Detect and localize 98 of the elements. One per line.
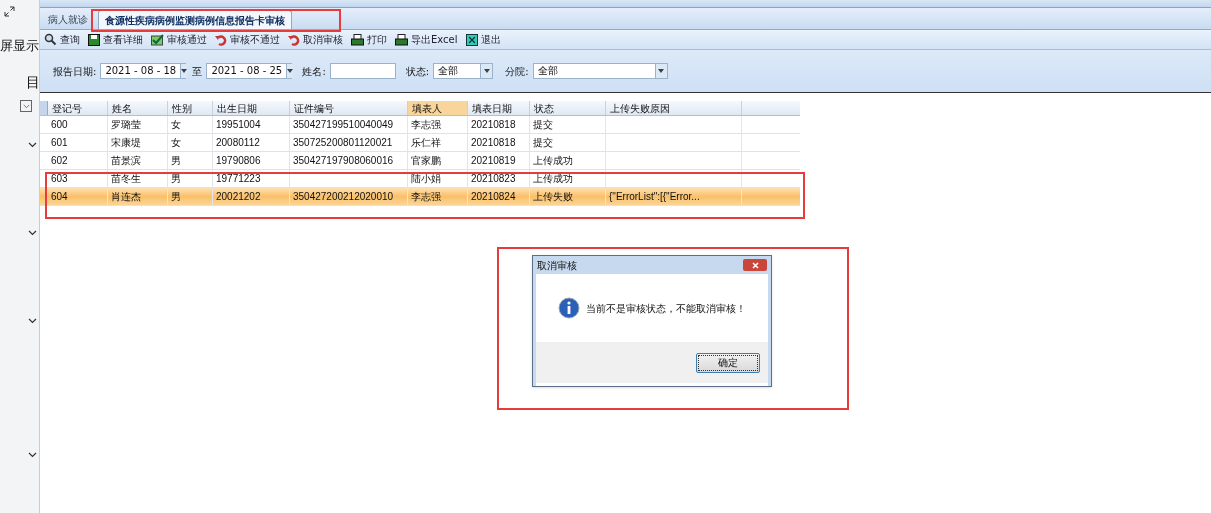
table-row[interactable]: 602 苗景滨 男 19790806 350427197908060016 官家鹏 20210819 上传成功 (40, 152, 800, 170)
column-header[interactable]: 填表人 (408, 101, 468, 115)
table-cell-text: 肖连杰 (110, 190, 142, 204)
undo-arrow-icon (215, 33, 227, 46)
table-cell-text: 陆小娟 (410, 172, 442, 186)
branch-label: 分院: (505, 64, 529, 79)
table-cell-text: 男 (170, 190, 182, 204)
search-icon (44, 33, 57, 46)
column-header[interactable]: 填表日期 (468, 101, 530, 115)
toolbar-button[interactable]: 审核通过 (151, 32, 207, 47)
table-cell-text: 李志强 (410, 190, 442, 204)
column-header[interactable]: 上传失败原因 (606, 101, 742, 115)
table-cell-text: 350427197908060016 (292, 154, 395, 168)
toolbar-button[interactable]: 打印 (351, 32, 387, 47)
table-cell-text: 男 (170, 172, 182, 186)
row-header-corner (40, 101, 48, 115)
table-cell-text: 604 (50, 190, 69, 204)
table-cell-text: 女 (170, 136, 182, 150)
table-cell-text: 350725200801120021 (292, 136, 394, 150)
table-cell-text: 上传失败 (532, 190, 574, 204)
table-cell-text: 女 (170, 118, 182, 132)
table-cell-text: {"ErrorList":[{"Error... (608, 190, 701, 204)
column-header[interactable]: 性别 (168, 101, 213, 115)
toolbar-button[interactable]: 查询 (44, 32, 80, 47)
table-cell-text: 602 (50, 154, 69, 168)
table-cell-text: 20210823 (470, 172, 517, 186)
collapse-toggle-icon[interactable] (20, 100, 32, 112)
toolbar-button[interactable]: 导出Excel (395, 32, 458, 47)
table-cell-text: 20210818 (470, 136, 517, 150)
toolbar-button[interactable]: 审核不通过 (215, 32, 280, 47)
table-row[interactable]: 604 肖连杰 男 20021202 350427200212020010 李志强 20210824 上传失败 {"ErrorList":[{"Error... (40, 188, 800, 206)
table-cell-text: 601 (50, 136, 69, 150)
side-label: 屏显示 (0, 37, 39, 55)
status-dropdown[interactable]: 全部 (433, 63, 494, 79)
close-icon (751, 261, 759, 269)
table-row[interactable]: 600 罗璐莹 女 19951004 350427199510040049 李志强 20210818 提交 (40, 116, 800, 134)
column-header[interactable]: 姓名 (108, 101, 168, 115)
table-cell-text: 350427200212020010 (292, 190, 395, 204)
printer-icon (351, 33, 364, 46)
table-cell-text: 19771223 (215, 172, 262, 186)
exit-icon (465, 33, 478, 46)
chevron-down-icon[interactable] (28, 230, 37, 236)
floppy-icon (88, 33, 100, 46)
date-to-field[interactable]: 2021 - 08 - 25 (206, 63, 293, 79)
name-field[interactable] (329, 63, 396, 79)
table-cell-text: 宋康堤 (110, 136, 142, 150)
table-cell-text: 苗景滨 (110, 154, 142, 168)
table-cell-text: 20021202 (215, 190, 262, 204)
toolbar-button[interactable]: 查看详细 (88, 32, 143, 47)
dropdown-arrow-icon (658, 69, 664, 73)
table-cell-text: 乐仁祥 (410, 136, 442, 150)
name-label: 姓名: (302, 64, 326, 79)
table-cell-text: 提交 (532, 136, 554, 150)
dialog-message: 当前不是审核状态，不能取消审核！ (586, 301, 746, 316)
close-button[interactable] (743, 259, 767, 271)
table-cell-text: 20210819 (470, 154, 517, 168)
table-cell-text: 20210818 (470, 118, 517, 132)
toolbar-button[interactable]: 退出 (465, 32, 501, 47)
table-cell-text: 罗璐莹 (110, 118, 142, 132)
toolbar-button[interactable]: 取消审核 (288, 32, 343, 47)
check-icon (151, 33, 164, 46)
expand-icon[interactable] (4, 6, 15, 17)
chevron-down-icon[interactable] (28, 452, 37, 458)
dialog-title: 取消审核 (537, 258, 577, 273)
date-label: 报告日期: (53, 64, 97, 79)
table-cell-text: 男 (170, 154, 182, 168)
table-cell-text: 上传成功 (532, 154, 574, 168)
table-cell-text: 600 (50, 118, 69, 132)
chevron-down-icon[interactable] (28, 142, 37, 148)
ok-button[interactable]: 确定 (696, 352, 760, 373)
to-label: 至 (192, 64, 203, 79)
column-header[interactable]: 出生日期 (213, 101, 290, 115)
table-cell-text: 19790806 (215, 154, 262, 168)
table-cell-text: 20080112 (215, 136, 261, 150)
column-header[interactable]: 登记号 (48, 101, 108, 115)
chevron-down-icon[interactable] (28, 318, 37, 324)
table-cell-text: 20210824 (470, 190, 517, 204)
table-cell-text: 603 (50, 172, 69, 186)
tab[interactable]: 病人就诊 (42, 10, 94, 29)
undo-arrow-icon (288, 33, 300, 46)
table-cell-text: 李志强 (410, 118, 442, 132)
dropdown-arrow-icon (287, 69, 294, 73)
side-glyph: 目 (26, 73, 40, 92)
table-cell-text: 19951004 (215, 118, 262, 132)
table-row[interactable]: 601 宋康堤 女 20080112 350725200801120021 乐仁祥 20210818 提交 (40, 134, 800, 152)
table-cell-text: 上传成功 (532, 172, 574, 186)
table-cell-text: 苗冬生 (110, 172, 142, 186)
branch-dropdown[interactable]: 全部 (532, 63, 668, 79)
status-label: 状态: (405, 64, 430, 79)
table-cell-text: 官家鹏 (410, 154, 442, 168)
table-cell-text: 350427199510040049 (292, 118, 395, 132)
printer-icon (395, 33, 408, 46)
date-from-field[interactable]: 2021 - 08 - 18 (100, 63, 187, 79)
dropdown-arrow-icon (483, 69, 490, 73)
table-cell-text: 提交 (532, 118, 554, 132)
dropdown-arrow-icon (181, 69, 188, 73)
info-icon (558, 297, 580, 319)
column-header[interactable]: 状态 (530, 101, 606, 115)
